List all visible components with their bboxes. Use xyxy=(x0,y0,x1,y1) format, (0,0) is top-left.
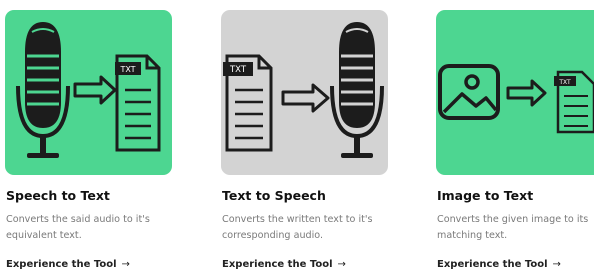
svg-text:TXT: TXT xyxy=(229,65,247,75)
experience-tool-link[interactable]: Experience the Tool → xyxy=(6,259,130,270)
card-title: Text to Speech xyxy=(222,188,326,203)
link-label: Experience the Tool xyxy=(6,259,117,270)
card-description: Converts the said audio to it's equivale… xyxy=(6,214,150,241)
link-label: Experience the Tool xyxy=(437,259,548,270)
tool-card-speech-to-text: TXT Speech to Text Converts the said aud… xyxy=(5,10,185,277)
card-thumbnail: TXT xyxy=(436,10,594,175)
svg-text:TXT: TXT xyxy=(119,65,135,74)
tool-card-text-to-speech: TXT Text to Speech Converts the written … xyxy=(221,10,401,277)
link-label: Experience the Tool xyxy=(222,259,333,270)
tool-card-image-to-text: TXT Image to Text Converts the given ima… xyxy=(436,10,594,277)
experience-tool-link[interactable]: Experience the Tool → xyxy=(437,259,561,270)
card-title: Image to Text xyxy=(437,188,534,203)
card-thumbnail: TXT xyxy=(221,10,388,175)
arrow-right-icon: → xyxy=(552,259,561,270)
txt-document-icon: TXT xyxy=(115,54,161,152)
card-description: Converts the given image to its matching… xyxy=(437,214,589,241)
experience-tool-link[interactable]: Experience the Tool → xyxy=(222,259,346,270)
arrow-right-icon: → xyxy=(121,259,130,270)
svg-text:TXT: TXT xyxy=(558,79,571,86)
arrow-right-icon: → xyxy=(337,259,346,270)
card-thumbnail: TXT xyxy=(5,10,172,175)
card-title: Speech to Text xyxy=(6,188,110,203)
card-description: Converts the written text to it's corres… xyxy=(222,214,373,241)
